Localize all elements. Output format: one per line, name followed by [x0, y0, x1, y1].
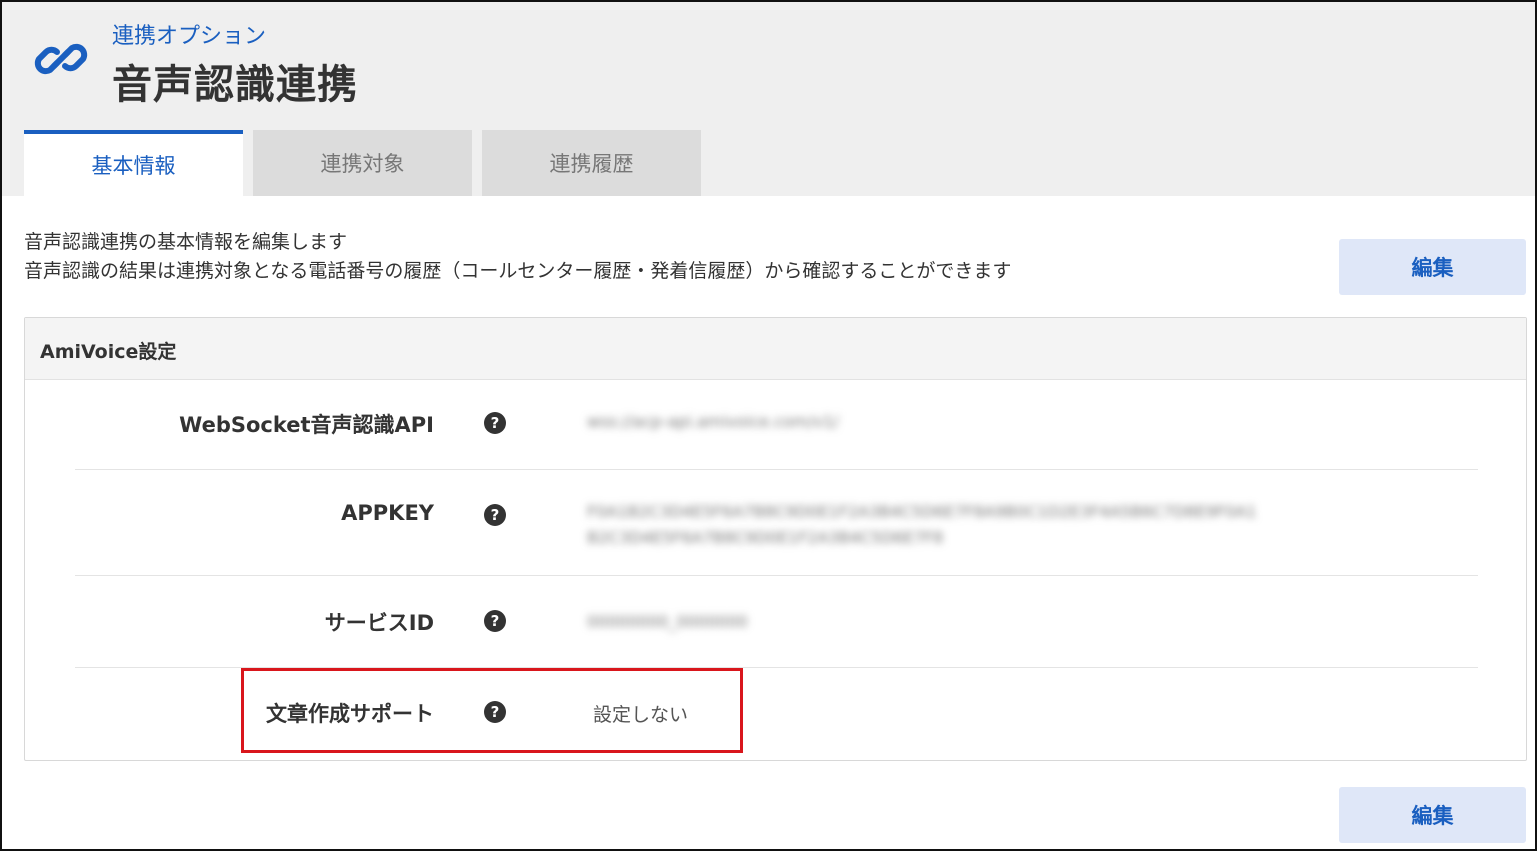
- service-id-label: サービスID: [324, 611, 434, 635]
- description-line-1: 音声認識連携の基本情報を編集します: [24, 231, 348, 253]
- websocket-api-label: WebSocket音声認識API: [179, 413, 434, 437]
- page-title: 音声認識連携: [112, 62, 358, 108]
- service-id-help-icon[interactable]: ?: [484, 610, 506, 632]
- description-line-2: 音声認識の結果は連携対象となる電話番号の履歴（コールセンター履歴・発着信履歴）か…: [24, 260, 1012, 282]
- edit-button-bottom[interactable]: 編集: [1339, 787, 1526, 843]
- tab-history[interactable]: 連携履歴: [482, 130, 701, 196]
- appkey-label: APPKEY: [341, 501, 434, 525]
- service-id-value: 00000000_0000000: [587, 612, 748, 631]
- appkey-value: F0A1B2C3D4E5F6A7B8C9D0E1F2A3B4C5D6E7F8A9…: [587, 502, 1257, 521]
- page-subtitle: 連携オプション: [112, 24, 267, 49]
- page-header: 連携オプション 音声認識連携 基本情報 連携対象 連携履歴: [2, 2, 1535, 196]
- row-divider: [75, 575, 1478, 576]
- tab-targets[interactable]: 連携対象: [253, 130, 472, 196]
- app-frame: 連携オプション 音声認識連携 基本情報 連携対象 連携履歴 音声認識連携の基本情…: [0, 0, 1537, 851]
- panel-header: AmiVoice設定: [25, 318, 1526, 380]
- highlight-box: [241, 668, 743, 753]
- tab-basic-info[interactable]: 基本情報: [24, 130, 243, 196]
- link-icon: [34, 43, 88, 75]
- row-divider: [75, 469, 1478, 470]
- appkey-value-line-2: B2C3D4E5F6A7B8C9D0E1F2A3B4C5D6E7F8: [587, 528, 944, 547]
- websocket-api-value: wss://acp-api.amivoice.com/v1/: [587, 412, 839, 431]
- appkey-help-icon[interactable]: ?: [484, 504, 506, 526]
- websocket-api-help-icon[interactable]: ?: [484, 412, 506, 434]
- edit-button-top[interactable]: 編集: [1339, 239, 1526, 295]
- panel-title: AmiVoice設定: [40, 341, 177, 363]
